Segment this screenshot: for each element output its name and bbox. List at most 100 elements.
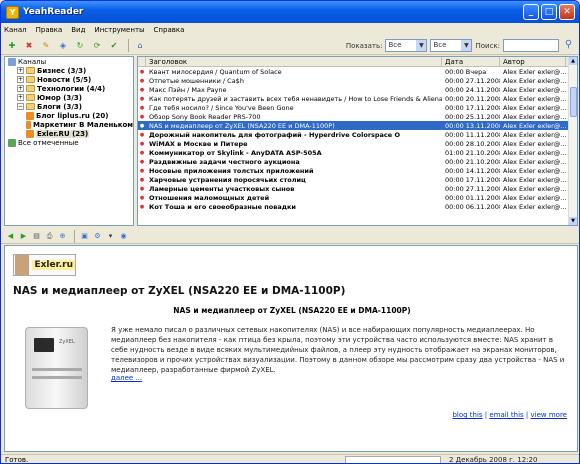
row-title: Носовые приложения толстых приложений	[149, 166, 314, 175]
menu-view[interactable]: Вид	[71, 26, 85, 34]
scroll-up-icon[interactable]: ▲	[569, 57, 577, 65]
row-title: WiMAX в Москве и Питере	[149, 139, 248, 148]
mark-read-icon[interactable]: ✔	[107, 39, 121, 53]
zoom-icon[interactable]: ⊕	[57, 231, 68, 242]
expand-icon[interactable]: +	[17, 67, 24, 74]
folder-icon	[26, 76, 35, 83]
device-screen	[34, 338, 54, 352]
table-row[interactable]: ● Харчовые устранения поросячьих столиц 00…	[138, 175, 577, 184]
column-date[interactable]: Дата	[442, 57, 500, 66]
table-row[interactable]: ● Носовые приложения толстых приложений 00…	[138, 166, 577, 175]
column-author[interactable]: Автор	[500, 57, 566, 66]
row-date: 00:00 17.11.2008	[445, 103, 500, 112]
tree-node[interactable]: Все отмеченные	[5, 138, 133, 147]
table-row[interactable]: ● Ламерные цементы участковых сынов 00:00 …	[138, 184, 577, 193]
row-title: Макс Пэйн / Max Payne	[149, 85, 227, 94]
search-input[interactable]	[503, 39, 559, 52]
article-links: blog this | email this | view more	[452, 411, 567, 419]
folder-icon	[26, 94, 35, 101]
menu-bar: Канал Правка Вид Инструменты Справка	[1, 23, 579, 37]
main-toolbar: ✚ ✖ ✎ ◈ ↻ ⟳ ✔ ⌂ Показать: Все ▼ Все ▼ Поис…	[1, 37, 579, 55]
close-button[interactable]: ✕	[559, 4, 575, 20]
tree-node[interactable]: + Технологии (4/4)	[5, 84, 133, 93]
view-options-icon[interactable]: ⚙	[92, 231, 103, 242]
filter-select-2[interactable]: Все ▼	[430, 39, 473, 52]
expand-icon[interactable]: +	[17, 76, 24, 83]
layout-icon[interactable]: ▣	[79, 231, 90, 242]
tree-node-label: Блоги (3/3)	[37, 102, 82, 111]
expand-icon[interactable]: +	[17, 85, 24, 92]
properties-icon[interactable]: ◈	[56, 39, 70, 53]
collapse-icon[interactable]: −	[17, 103, 24, 110]
tree-node[interactable]: + Новости (5/5)	[5, 75, 133, 84]
table-row[interactable]: ● Где тебя носило? / Since You've Been Go…	[138, 103, 577, 112]
back-icon[interactable]: ◀	[5, 231, 16, 242]
tree-node[interactable]: Exler.RU (23)	[5, 129, 133, 138]
table-row[interactable]: ● Квант милосердия / Quantum of Solace 00:…	[138, 67, 577, 76]
refresh-icon[interactable]: ↻	[73, 39, 87, 53]
unread-marker-icon: ●	[139, 113, 145, 120]
menu-help[interactable]: Справка	[154, 26, 185, 34]
refresh-all-icon[interactable]: ⟳	[90, 39, 104, 53]
email-this-link[interactable]: email this	[489, 411, 523, 419]
chevron-down-icon[interactable]: ▾	[105, 231, 116, 242]
read-more-link[interactable]: далее ...	[111, 374, 142, 382]
filter-select-1[interactable]: Все ▼	[385, 39, 428, 52]
unread-marker-icon: ●	[139, 86, 145, 93]
logo-text: Exler.ru	[32, 260, 75, 270]
view-more-link[interactable]: view more	[531, 411, 567, 419]
folder-icon	[26, 85, 35, 92]
search-icon[interactable]: ⚲	[562, 39, 575, 52]
title-bar[interactable]: Y YeahReader _ □ ✕	[1, 1, 579, 23]
feed-icon	[26, 129, 34, 138]
row-author: Alex Exler exler@...	[503, 202, 566, 211]
tree-node[interactable]: − Блоги (3/3)	[5, 102, 133, 111]
tree-node[interactable]: Каналы	[5, 57, 133, 66]
unread-marker-icon: ●	[139, 194, 145, 201]
maximize-button[interactable]: □	[541, 4, 557, 20]
table-row[interactable]: ● Кот Тоша и его своеобразные повадки 00:0…	[138, 202, 577, 211]
menu-channel[interactable]: Канал	[4, 26, 27, 34]
forward-icon[interactable]: ▶	[18, 231, 29, 242]
table-row[interactable]: ● Макс Пэйн / Max Payne 00:00 24.11.2008 Al…	[138, 85, 577, 94]
table-row[interactable]: ● Отношения маломощных детей 00:00 01.11.2…	[138, 193, 577, 202]
menu-tools[interactable]: Инструменты	[94, 26, 144, 34]
table-row[interactable]: ● Дорожный накопитель для фотографий - Hy…	[138, 130, 577, 139]
print-icon[interactable]: ⎙	[44, 231, 55, 242]
unread-marker-icon: ●	[139, 104, 145, 111]
table-row[interactable]: ● WiMAX в Москве и Питере 00:00 28.10.2008…	[138, 139, 577, 148]
chevron-down-icon: ▼	[461, 40, 472, 51]
menu-edit[interactable]: Правка	[36, 26, 63, 34]
site-logo: Exler.ru	[13, 254, 76, 276]
list-scrollbar[interactable]: ▲ ▼	[568, 57, 577, 225]
page-icon[interactable]: ▤	[31, 231, 42, 242]
table-row[interactable]: ● NAS и медиаплеер от ZyXEL (NSA220 EE и …	[138, 121, 577, 130]
blog-this-link[interactable]: blog this	[452, 411, 482, 419]
home-icon[interactable]: ⌂	[133, 39, 147, 53]
feeds-root-icon	[8, 57, 16, 66]
minimize-button[interactable]: _	[523, 4, 539, 20]
article-list: Заголовок Дата Автор ● Квант милосердия /…	[137, 56, 578, 226]
scroll-thumb[interactable]	[570, 87, 577, 117]
tree-node[interactable]: + Бизнес (3/3)	[5, 66, 133, 75]
table-row[interactable]: ● Как потерять друзей и заставить всех те…	[138, 94, 577, 103]
folder-icon	[26, 67, 35, 74]
expand-icon[interactable]: +	[17, 94, 24, 101]
table-row[interactable]: ● Раздвижные задачи честного аукциона 00:0…	[138, 157, 577, 166]
row-author: Alex Exler exler@...	[503, 130, 566, 139]
table-row[interactable]: ● Коммуникатор от Skylink - AnyDATA ASP-5…	[138, 148, 577, 157]
row-title: Квант милосердия / Quantum of Solace	[149, 67, 282, 76]
delete-feed-icon[interactable]: ✖	[22, 39, 36, 53]
column-title[interactable]: Заголовок	[146, 57, 442, 66]
row-date: 00:00 14.11.2008	[445, 166, 500, 175]
tree-node[interactable]: Маркетинг В Маленьком	[5, 120, 133, 129]
tree-node[interactable]: + Юмор (3/3)	[5, 93, 133, 102]
scroll-down-icon[interactable]: ▼	[569, 217, 577, 225]
add-feed-icon[interactable]: ✚	[5, 39, 19, 53]
table-row[interactable]: ● Отпетые мошенники / Ca$h 00:00 27.11.200…	[138, 76, 577, 85]
edit-icon[interactable]: ✎	[39, 39, 53, 53]
unread-marker-icon: ●	[139, 77, 145, 84]
table-row[interactable]: ● Обзор Sony Book Reader PRS-700 00:00 25.…	[138, 112, 577, 121]
tree-node[interactable]: Блог liplus.ru (20)	[5, 111, 133, 120]
browser-icon[interactable]: ◉	[118, 231, 129, 242]
